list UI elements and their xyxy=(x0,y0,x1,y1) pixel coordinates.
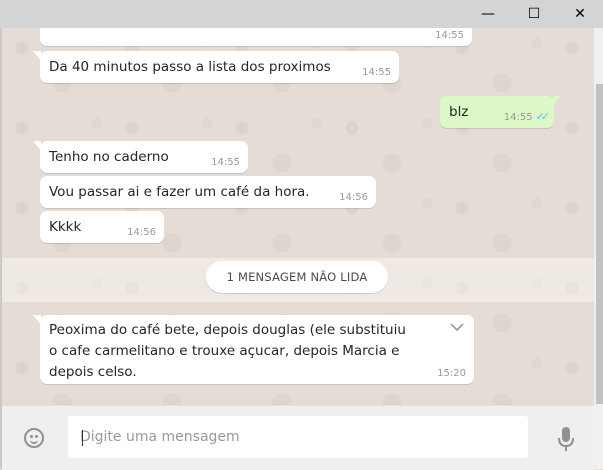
message-bubble[interactable]: Tenho no caderno 14:55 xyxy=(33,141,248,173)
read-receipt-icon: ✓✓ xyxy=(535,110,551,123)
mic-icon[interactable] xyxy=(557,426,575,452)
emoji-icon[interactable] xyxy=(24,428,44,448)
message-time: 15:20 xyxy=(437,368,466,379)
message-time: 14:55 xyxy=(435,30,464,41)
message-text: blz xyxy=(449,104,469,120)
maximize-button[interactable]: ☐ xyxy=(511,0,557,28)
message-bubble[interactable]: Da 40 minutos passo a lista dos proximos… xyxy=(33,51,399,83)
message-bubble[interactable]: Peoxima do café bete, depois douglas (el… xyxy=(33,315,474,384)
chevron-down-icon[interactable] xyxy=(450,321,464,335)
message-bubble[interactable]: 14:55 xyxy=(40,28,472,46)
message-bubble[interactable]: Kkkk 14:56 xyxy=(40,211,164,243)
scrollbar-thumb[interactable] xyxy=(596,84,603,404)
message-text: Tenho no caderno xyxy=(49,149,169,165)
unread-messages-badge: 1 MENSAGEM NÃO LIDA xyxy=(206,261,388,293)
message-time: 14:55 xyxy=(362,67,391,78)
message-text: Da 40 minutos passo a lista dos proximos xyxy=(49,59,331,75)
message-time: 14:56 xyxy=(339,192,368,203)
minimize-button[interactable]: — xyxy=(465,0,511,28)
message-composer xyxy=(2,405,594,470)
chat-panel: 14:55 Da 40 minutos passo a lista dos pr… xyxy=(2,28,594,405)
message-bubble[interactable]: Vou passar ai e fazer um café da hora. 1… xyxy=(40,176,376,208)
message-time: 14:55 xyxy=(211,157,240,168)
message-text: Kkkk xyxy=(49,219,82,235)
message-time: 14:56 xyxy=(127,227,156,238)
message-text: Peoxima do café bete, depois douglas (el… xyxy=(49,322,406,380)
title-bar: — ☐ ✕ xyxy=(0,0,603,29)
message-input[interactable] xyxy=(68,416,528,458)
text-cursor xyxy=(82,430,83,446)
close-button[interactable]: ✕ xyxy=(557,0,603,28)
message-bubble-outgoing[interactable]: blz 14:55 ✓✓ xyxy=(440,96,561,128)
message-time: 14:55 ✓✓ xyxy=(503,110,551,123)
message-text: Vou passar ai e fazer um café da hora. xyxy=(49,184,310,200)
